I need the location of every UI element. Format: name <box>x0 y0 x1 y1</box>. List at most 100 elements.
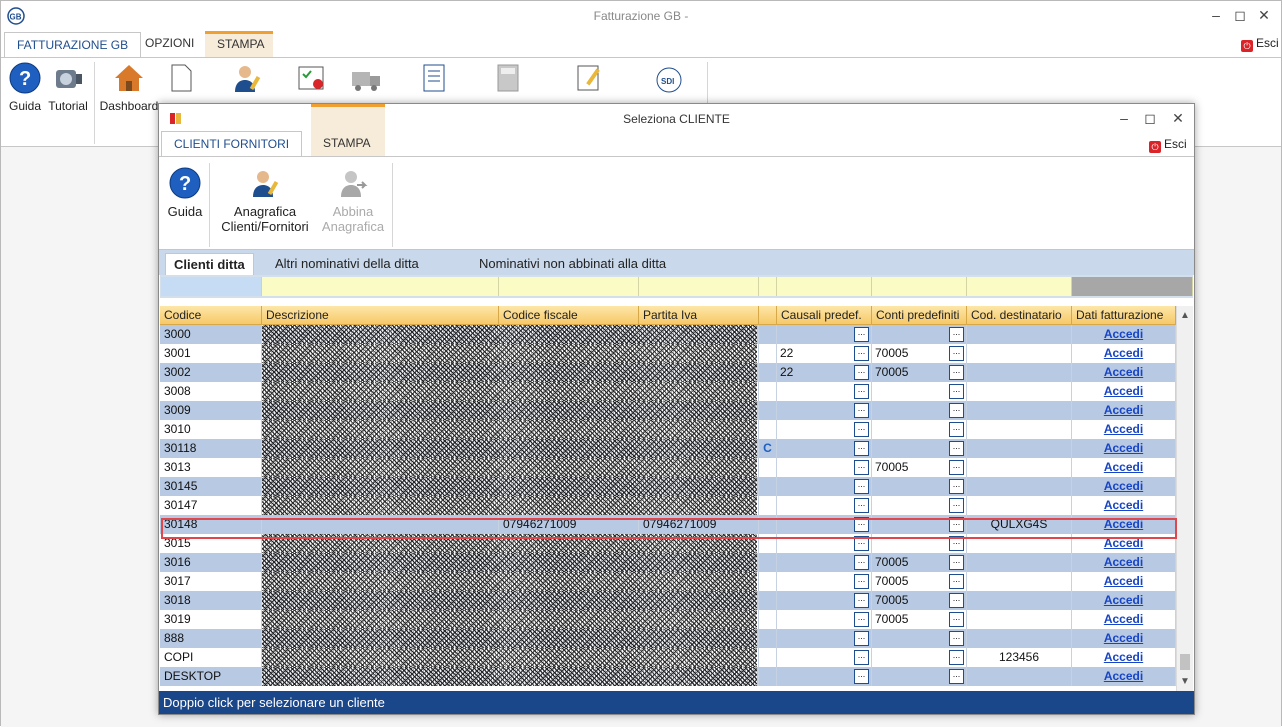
accedi-link[interactable]: Accedi <box>1072 344 1176 363</box>
col-codice-fiscale[interactable]: Codice fiscale <box>499 306 639 325</box>
nuovo-button[interactable] <box>161 62 201 100</box>
conti-lookup-button[interactable]: ... <box>949 517 964 532</box>
filter-destinatario[interactable] <box>967 277 1072 296</box>
riepilogo-button[interactable] <box>408 62 460 100</box>
conti-lookup-button[interactable]: ... <box>949 479 964 494</box>
conti-lookup-button[interactable]: ... <box>949 650 964 665</box>
scroll-thumb[interactable] <box>1180 654 1190 670</box>
col-causali[interactable]: Causali predef. <box>777 306 872 325</box>
table-row[interactable]: 3017 70005 Accedi...... <box>160 572 1176 591</box>
filter-flag[interactable] <box>759 277 777 296</box>
console-button[interactable]: SDI <box>641 62 693 100</box>
conti-lookup-button[interactable]: ... <box>949 631 964 646</box>
col-partita-iva[interactable]: Partita Iva <box>639 306 759 325</box>
table-row[interactable]: 888 Accedi...... <box>160 629 1176 648</box>
accedi-link[interactable]: Accedi <box>1072 382 1176 401</box>
table-row[interactable]: 3001 22 70005 Accedi...... <box>160 344 1176 363</box>
table-row[interactable]: 3009 Accedi...... <box>160 401 1176 420</box>
conti-lookup-button[interactable]: ... <box>949 669 964 684</box>
causali-lookup-button[interactable]: ... <box>854 650 869 665</box>
tab-clienti-fornitori[interactable]: CLIENTI FORNITORI <box>161 131 303 157</box>
table-row[interactable]: 3016 70005 Accedi...... <box>160 553 1176 572</box>
magazzino-button[interactable] <box>338 62 394 100</box>
causali-lookup-button[interactable]: ... <box>854 403 869 418</box>
table-row[interactable]: 3013 70005 Accedi...... <box>160 458 1176 477</box>
conti-lookup-button[interactable]: ... <box>949 612 964 627</box>
tab-fatturazione-gb[interactable]: FATTURAZIONE GB <box>4 32 142 58</box>
tab-opzioni[interactable]: OPZIONI <box>133 31 206 57</box>
conti-lookup-button[interactable]: ... <box>949 574 964 589</box>
maximize-button[interactable]: ◻ <box>1229 6 1251 24</box>
table-row[interactable]: 30148 07946271009 07946271009 QULXG4S Accedi… <box>160 515 1176 534</box>
causali-lookup-button[interactable]: ... <box>854 536 869 551</box>
filter-codice-fiscale[interactable] <box>499 277 639 296</box>
accedi-link[interactable]: Accedi <box>1072 496 1176 515</box>
accedi-link[interactable]: Accedi <box>1072 458 1176 477</box>
accedi-link[interactable]: Accedi <box>1072 363 1176 382</box>
conti-lookup-button[interactable]: ... <box>949 403 964 418</box>
causali-lookup-button[interactable]: ... <box>854 574 869 589</box>
conti-lookup-button[interactable]: ... <box>949 460 964 475</box>
causali-lookup-button[interactable]: ... <box>854 479 869 494</box>
table-row[interactable]: 3002 22 70005 Accedi...... <box>160 363 1176 382</box>
accedi-link[interactable]: Accedi <box>1072 515 1176 534</box>
table-row[interactable]: 3000 Accedi...... <box>160 325 1176 344</box>
col-descrizione[interactable]: Descrizione <box>262 306 499 325</box>
dashboard-button[interactable]: Dashboard <box>99 62 159 113</box>
conti-lookup-button[interactable]: ... <box>949 365 964 380</box>
col-conti[interactable]: Conti predefiniti <box>872 306 967 325</box>
guida-button[interactable]: ? Guida <box>5 62 45 113</box>
accedi-link[interactable]: Accedi <box>1072 610 1176 629</box>
causali-lookup-button[interactable]: ... <box>854 460 869 475</box>
conti-lookup-button[interactable]: ... <box>949 346 964 361</box>
table-row[interactable]: 3015 Accedi...... <box>160 534 1176 553</box>
accedi-link[interactable]: Accedi <box>1072 591 1176 610</box>
causali-lookup-button[interactable]: ... <box>854 593 869 608</box>
causali-lookup-button[interactable]: ... <box>854 441 869 456</box>
accedi-link[interactable]: Accedi <box>1072 667 1176 686</box>
filter-causali[interactable] <box>777 277 872 296</box>
conti-lookup-button[interactable]: ... <box>949 555 964 570</box>
causali-lookup-button[interactable]: ... <box>854 612 869 627</box>
conti-lookup-button[interactable]: ... <box>949 384 964 399</box>
accedi-link[interactable]: Accedi <box>1072 401 1176 420</box>
subtab-altri-nominativi[interactable]: Altri nominativi della ditta <box>267 253 427 275</box>
dialog-minimize-button[interactable]: – <box>1113 109 1135 127</box>
causali-lookup-button[interactable]: ... <box>854 327 869 342</box>
configurazione-button[interactable] <box>549 62 629 100</box>
table-row[interactable]: 3019 70005 Accedi...... <box>160 610 1176 629</box>
anagrafica-clienti-button[interactable]: Anagrafica Clienti/Fornitori <box>215 167 315 234</box>
accedi-link[interactable]: Accedi <box>1072 420 1176 439</box>
dialog-maximize-button[interactable]: ◻ <box>1139 109 1161 127</box>
table-row[interactable]: COPI 123456 Accedi...... <box>160 648 1176 667</box>
grid-scrollbar[interactable]: ▲ ▼ <box>1176 306 1193 691</box>
close-button[interactable]: ✕ <box>1253 6 1275 24</box>
conti-lookup-button[interactable]: ... <box>949 536 964 551</box>
scroll-up-icon[interactable]: ▲ <box>1177 308 1193 324</box>
col-dati-fatturazione[interactable]: Dati fatturazione <box>1072 306 1176 325</box>
tab-dialog-stampa[interactable]: STAMPA <box>311 104 385 156</box>
conti-lookup-button[interactable]: ... <box>949 422 964 437</box>
subtab-nominativi-non-abbinati[interactable]: Nominativi non abbinati alla ditta <box>471 253 674 275</box>
causali-lookup-button[interactable]: ... <box>854 365 869 380</box>
causali-lookup-button[interactable]: ... <box>854 669 869 684</box>
causali-lookup-button[interactable]: ... <box>854 384 869 399</box>
accedi-link[interactable]: Accedi <box>1072 572 1176 591</box>
dialog-guida-button[interactable]: ? Guida <box>165 167 205 219</box>
col-flag[interactable] <box>759 306 777 325</box>
col-destinatario[interactable]: Cod. destinatario <box>967 306 1072 325</box>
table-row[interactable]: 3008 Accedi...... <box>160 382 1176 401</box>
tutorial-button[interactable]: Tutorial <box>45 62 91 113</box>
causali-lookup-button[interactable]: ... <box>854 498 869 513</box>
causali-lookup-button[interactable]: ... <box>854 631 869 646</box>
causali-lookup-button[interactable]: ... <box>854 346 869 361</box>
conti-lookup-button[interactable]: ... <box>949 441 964 456</box>
accedi-link[interactable]: Accedi <box>1072 325 1176 344</box>
tab-stampa[interactable]: STAMPA <box>205 31 273 57</box>
table-row[interactable]: 3018 70005 Accedi...... <box>160 591 1176 610</box>
accedi-link[interactable]: Accedi <box>1072 534 1176 553</box>
col-codice[interactable]: Codice <box>160 306 262 325</box>
conti-lookup-button[interactable]: ... <box>949 498 964 513</box>
articoli-button[interactable] <box>288 62 334 100</box>
conti-lookup-button[interactable]: ... <box>949 593 964 608</box>
